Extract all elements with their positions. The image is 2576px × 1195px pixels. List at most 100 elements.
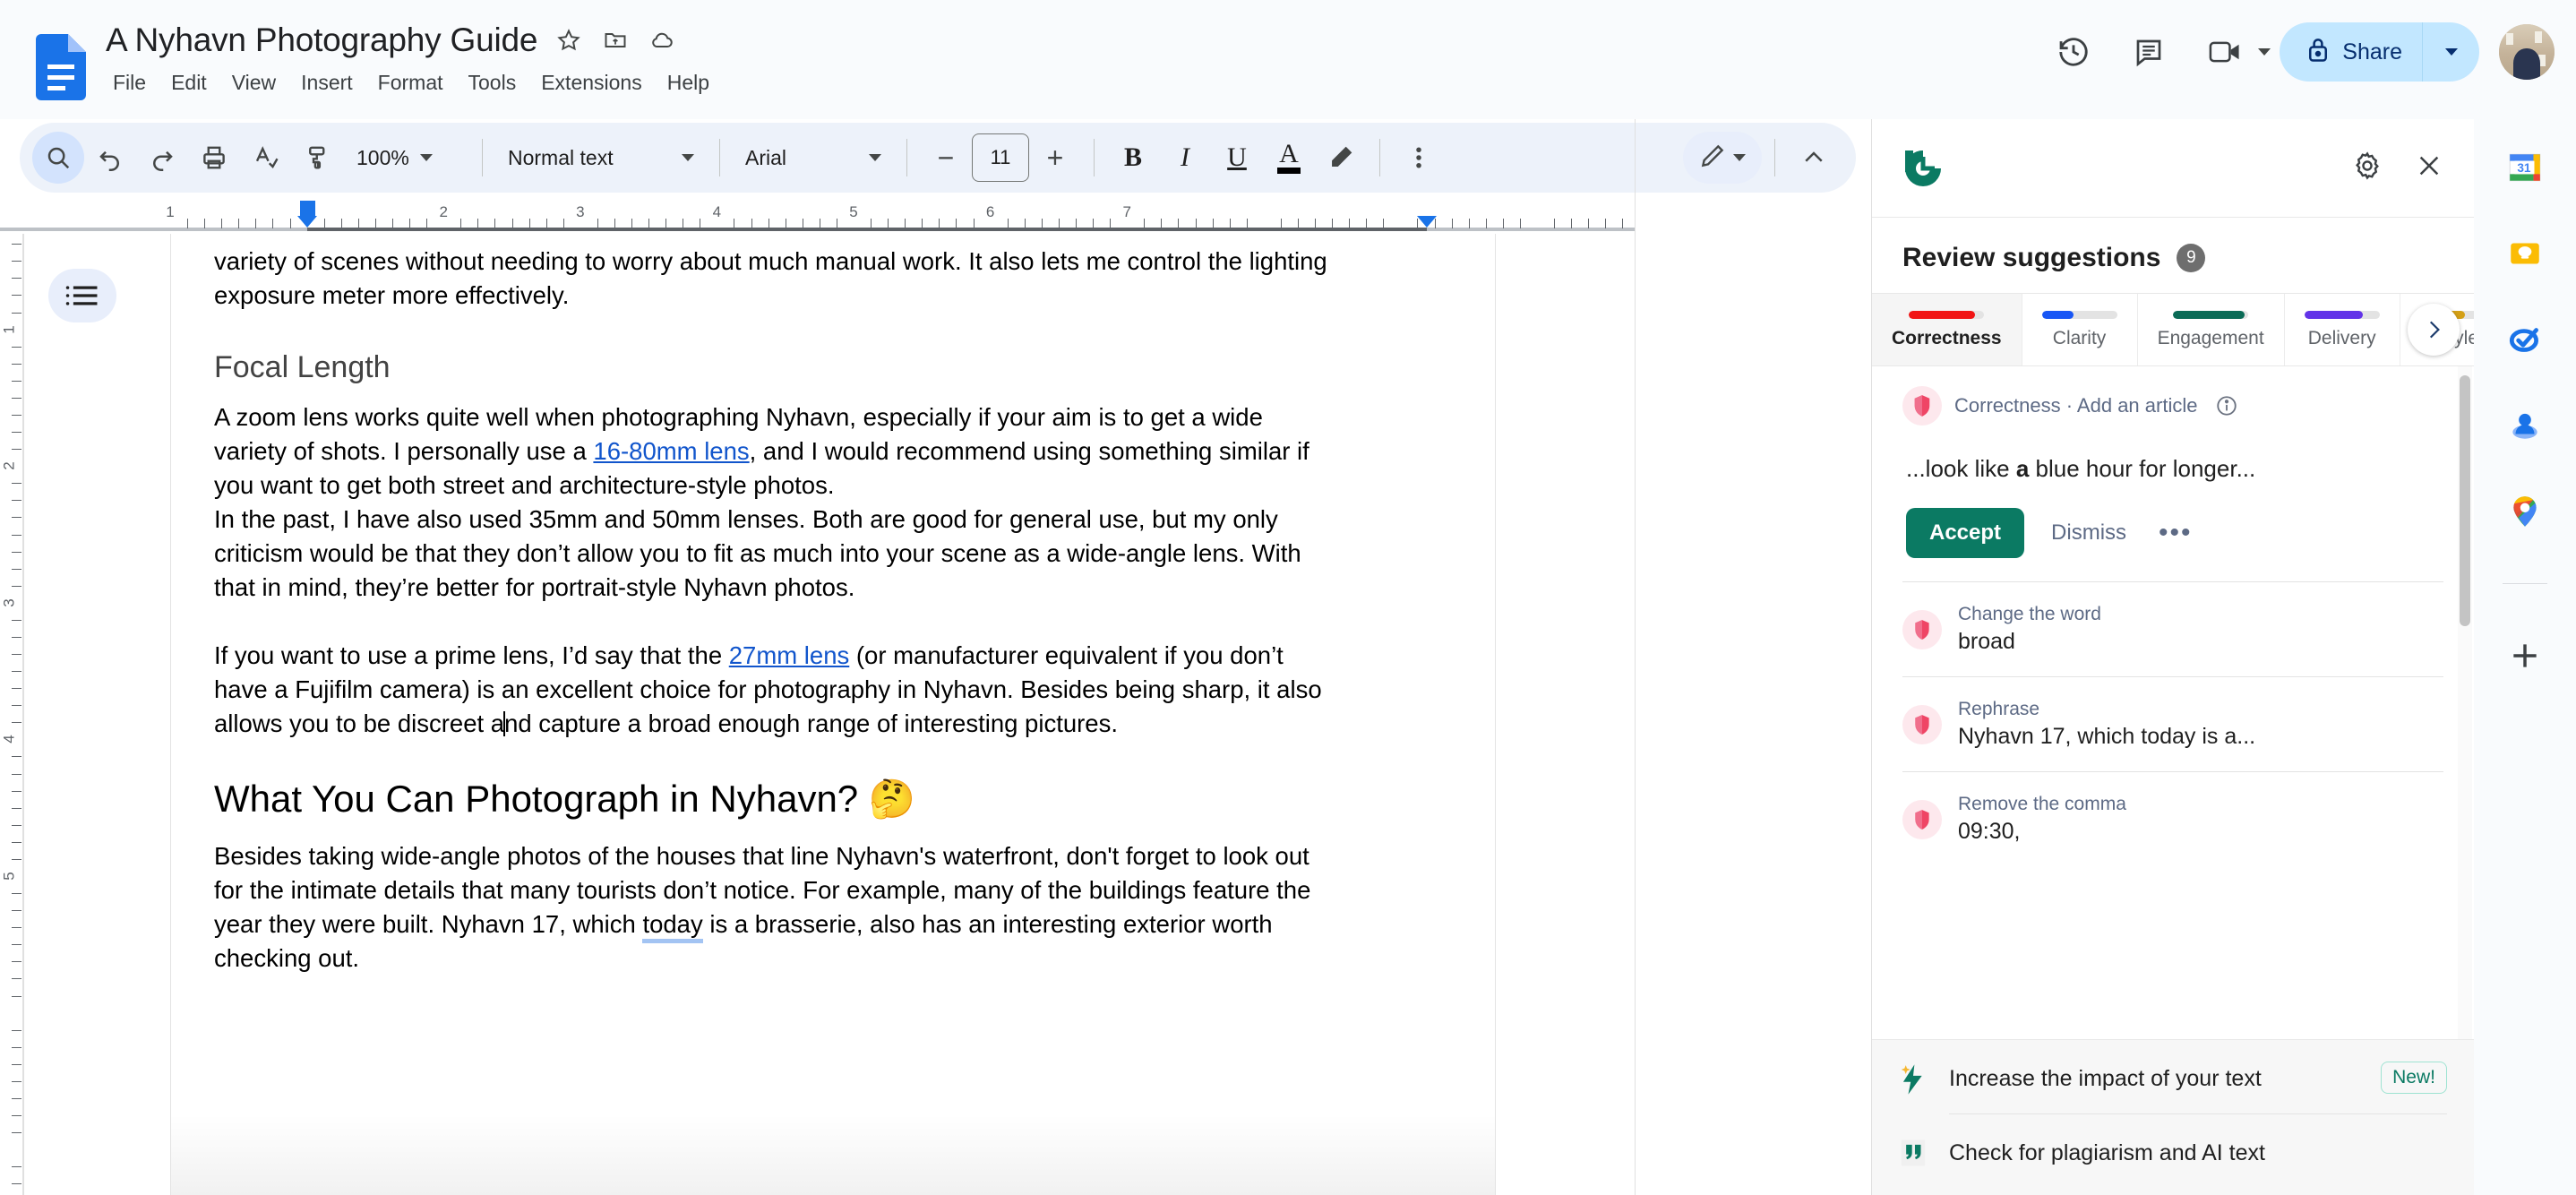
- underline-button[interactable]: U: [1211, 132, 1263, 184]
- comment-icon[interactable]: [2122, 25, 2176, 79]
- active-suggestion-card[interactable]: Correctness · Add an article ...look lik…: [1872, 366, 2474, 558]
- redo-icon[interactable]: [136, 132, 188, 184]
- ruler-tick: [1229, 219, 1231, 228]
- paragraph-style-value: Normal text: [508, 145, 614, 169]
- document-paragraph[interactable]: Besides taking wide-angle photos of the …: [214, 839, 1334, 976]
- paint-format-icon[interactable]: [292, 132, 344, 184]
- accept-button[interactable]: Accept: [1906, 508, 2025, 558]
- google-tasks-icon[interactable]: [2505, 320, 2545, 359]
- undo-icon[interactable]: [84, 132, 136, 184]
- spellcheck-icon[interactable]: [240, 132, 292, 184]
- menu-bar: File Edit View Insert Format Tools Exten…: [107, 66, 722, 99]
- meet-button[interactable]: [2195, 25, 2271, 79]
- more-vertical-icon[interactable]: [1393, 132, 1445, 184]
- document-paragraph[interactable]: A zoom lens works quite well when photog…: [214, 400, 1334, 503]
- text-color-button[interactable]: A: [1263, 132, 1315, 184]
- suggestion-row[interactable]: Change the word broad: [1872, 582, 2474, 676]
- suggestion-row[interactable]: Rephrase Nyhavn 17, which today is a...: [1872, 677, 2474, 771]
- font-family-select[interactable]: Arial: [733, 133, 894, 182]
- horizontal-ruler[interactable]: 11234567: [0, 201, 1635, 234]
- ruler-tick: [12, 1183, 21, 1185]
- menu-item-file[interactable]: File: [107, 66, 159, 99]
- menu-item-extensions[interactable]: Extensions: [528, 66, 655, 99]
- menu-item-view[interactable]: View: [219, 66, 288, 99]
- chevron-up-icon[interactable]: [1788, 132, 1840, 184]
- star-icon[interactable]: [554, 25, 584, 56]
- grammarly-tab-engagement[interactable]: Engagement: [2138, 294, 2285, 365]
- formatting-toolbar: 100% Normal text Arial − 11 + B I U A: [20, 123, 1856, 193]
- avatar[interactable]: [2499, 24, 2555, 80]
- meet-camera-icon[interactable]: [2199, 25, 2253, 79]
- scrollbar-thumb[interactable]: [2460, 375, 2470, 626]
- contacts-icon[interactable]: [2505, 406, 2545, 445]
- gear-icon[interactable]: [2352, 150, 2383, 185]
- ruler-tick: [1588, 219, 1590, 228]
- menu-item-tools[interactable]: Tools: [456, 66, 529, 99]
- right-indent-marker[interactable]: [1416, 216, 1437, 228]
- footer-item-increase-impact[interactable]: Increase the impact of your text New!: [1872, 1040, 2474, 1113]
- section-heading[interactable]: Focal Length: [214, 347, 1334, 388]
- suggestion-row[interactable]: Remove the comma 09:30,: [1872, 772, 2474, 866]
- grammarly-suggestions-scroll[interactable]: Correctness · Add an article ...look lik…: [1872, 366, 2474, 1039]
- page-shadow: [171, 1114, 1495, 1195]
- google-keep-icon[interactable]: [2505, 234, 2545, 273]
- document-outline-button[interactable]: [48, 269, 116, 322]
- document-page[interactable]: variety of scenes without needing to wor…: [170, 234, 1496, 1195]
- document-paragraph[interactable]: variety of scenes without needing to wor…: [214, 245, 1334, 313]
- ruler-tick: [12, 1080, 21, 1082]
- document-paragraph[interactable]: In the past, I have also used 35mm and 5…: [214, 503, 1334, 605]
- footer-item-plagiarism[interactable]: Check for plagiarism and AI text: [1872, 1114, 2474, 1195]
- page-title[interactable]: A Nyhavn Photography Guide: [106, 21, 537, 59]
- menu-item-format[interactable]: Format: [365, 66, 456, 99]
- grammarly-tab-clarity[interactable]: Clarity: [2022, 294, 2138, 365]
- share-options-button[interactable]: [2422, 22, 2479, 82]
- document-link[interactable]: 16-80mm lens: [593, 437, 749, 465]
- next-tab-button[interactable]: [2408, 304, 2460, 356]
- search-icon[interactable]: [32, 132, 84, 184]
- increase-font-size-button[interactable]: +: [1029, 132, 1081, 184]
- grammarly-highlight[interactable]: today: [642, 910, 703, 943]
- paragraph-style-select[interactable]: Normal text: [495, 133, 707, 182]
- bold-button[interactable]: B: [1107, 132, 1159, 184]
- grammarly-category-tabs[interactable]: CorrectnessClarityEngagementDeliveryStyl…: [1872, 293, 2474, 366]
- info-icon[interactable]: [2215, 394, 2238, 417]
- suggestion-text: Rephrase Nyhavn 17, which today is a...: [1958, 699, 2255, 750]
- highlight-pen-icon[interactable]: [1315, 132, 1367, 184]
- cloud-saved-icon[interactable]: [647, 25, 677, 56]
- zoom-select[interactable]: 100%: [344, 133, 469, 182]
- share-button[interactable]: Share: [2280, 22, 2422, 82]
- grammarly-tab-delivery[interactable]: Delivery: [2285, 294, 2400, 365]
- move-to-folder-icon[interactable]: [600, 25, 631, 56]
- meet-chevron-down-icon[interactable]: [2258, 48, 2271, 56]
- google-maps-icon[interactable]: [2505, 492, 2545, 531]
- menu-item-edit[interactable]: Edit: [159, 66, 219, 99]
- document-link[interactable]: 27mm lens: [729, 641, 850, 669]
- ruler-tick: [956, 219, 957, 228]
- decrease-font-size-button[interactable]: −: [920, 132, 972, 184]
- close-icon[interactable]: [2415, 151, 2443, 185]
- left-indent-marker[interactable]: [296, 216, 317, 228]
- document-body[interactable]: variety of scenes without needing to wor…: [214, 245, 1334, 976]
- dismiss-button[interactable]: Dismiss: [2048, 515, 2130, 551]
- grammarly-tab-correctness[interactable]: Correctness: [1872, 294, 2022, 365]
- suggestion-list[interactable]: Change the word broad Rephrase Nyhavn 17, w…: [1872, 582, 2474, 866]
- first-line-indent-marker[interactable]: [299, 201, 315, 216]
- version-history-icon[interactable]: [2047, 25, 2100, 79]
- grammarly-logo-icon[interactable]: [1902, 148, 1944, 189]
- ruler-number: 1: [0, 324, 17, 334]
- menu-item-help[interactable]: Help: [655, 66, 722, 99]
- document-paragraph[interactable]: If you want to use a prime lens, I’d say…: [214, 639, 1334, 741]
- italic-button[interactable]: I: [1159, 132, 1211, 184]
- ruler-tick: [12, 841, 21, 843]
- google-calendar-icon[interactable]: 31: [2505, 148, 2545, 187]
- add-apps-icon[interactable]: [2505, 636, 2545, 675]
- section-heading[interactable]: What You Can Photograph in Nyhavn? 🤔: [214, 775, 1334, 823]
- print-icon[interactable]: [188, 132, 240, 184]
- document-canvas[interactable]: variety of scenes without needing to wor…: [27, 234, 1635, 1195]
- card-more-options-button[interactable]: •••: [2153, 520, 2198, 546]
- menu-item-insert[interactable]: Insert: [288, 66, 365, 99]
- font-size-input[interactable]: 11: [972, 133, 1029, 182]
- ruler-tick: [1280, 219, 1282, 228]
- ruler-tick: [12, 517, 21, 519]
- editing-mode-button[interactable]: [1683, 132, 1762, 184]
